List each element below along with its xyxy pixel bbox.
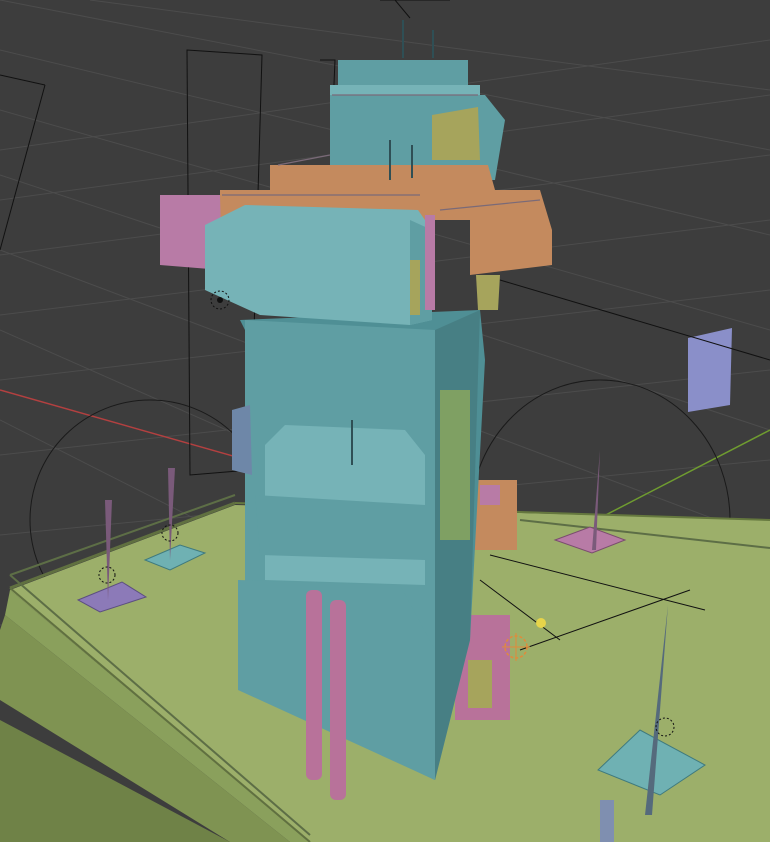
billboard-panel [688,328,732,412]
scene-canvas[interactable] [0,0,770,842]
3d-viewport[interactable] [0,0,770,842]
sun-light-icon[interactable] [536,618,546,628]
